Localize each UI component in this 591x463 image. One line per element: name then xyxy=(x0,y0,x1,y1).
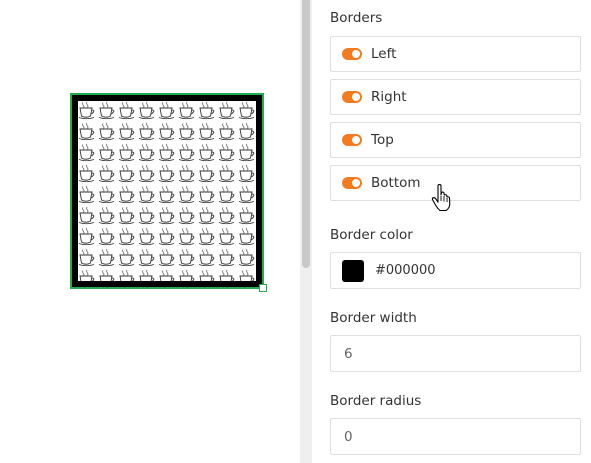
border-color-picker[interactable]: #000000 xyxy=(330,252,581,289)
toggle-knob xyxy=(352,50,360,58)
border-right-toggle[interactable] xyxy=(342,91,362,103)
resize-handle[interactable] xyxy=(259,284,267,292)
color-swatch[interactable] xyxy=(342,259,364,282)
toggle-knob xyxy=(352,93,360,101)
border-color-value: #000000 xyxy=(375,263,436,278)
border-width-label: Border width xyxy=(330,310,417,326)
border-radius-label: Border radius xyxy=(330,393,422,409)
scrollbar-thumb[interactable] xyxy=(302,0,310,268)
coffee-cup-pattern xyxy=(78,101,256,281)
border-top-toggle[interactable] xyxy=(342,134,362,146)
border-left-label: Left xyxy=(371,46,397,62)
border-width-input[interactable]: 6 xyxy=(330,335,581,372)
border-radius-value: 0 xyxy=(344,428,353,445)
border-left-toggle-row[interactable]: Left xyxy=(330,36,581,72)
border-width-value: 6 xyxy=(344,345,353,362)
image-with-border[interactable] xyxy=(72,95,262,287)
canvas-area[interactable] xyxy=(0,0,300,463)
border-right-label: Right xyxy=(371,89,407,105)
border-bottom-toggle-row[interactable]: Bottom xyxy=(330,165,581,201)
border-bottom-toggle[interactable] xyxy=(342,177,362,189)
selected-image-element[interactable] xyxy=(70,93,264,289)
border-bottom-label: Bottom xyxy=(371,175,421,191)
border-radius-input[interactable]: 0 xyxy=(330,418,581,455)
border-left-toggle[interactable] xyxy=(342,48,362,60)
border-right-toggle-row[interactable]: Right xyxy=(330,79,581,115)
toggle-knob xyxy=(352,179,360,187)
toggle-knob xyxy=(352,136,360,144)
border-top-toggle-row[interactable]: Top xyxy=(330,122,581,158)
border-color-label: Border color xyxy=(330,227,413,243)
hand-pointer-icon xyxy=(431,184,451,212)
border-top-label: Top xyxy=(371,132,394,148)
properties-panel: Borders Left Right Top Bottom Border col… xyxy=(312,0,591,463)
borders-section-title: Borders xyxy=(330,10,383,26)
